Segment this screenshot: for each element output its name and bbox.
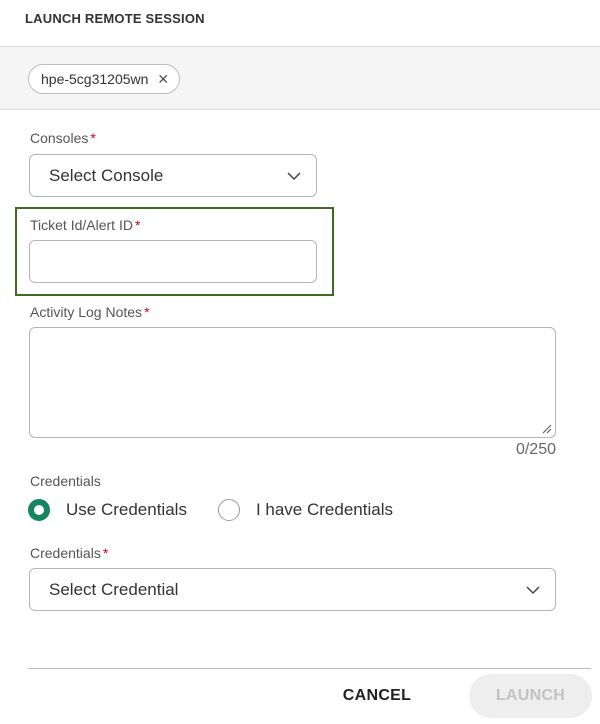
required-marker: * <box>90 130 96 146</box>
launch-button[interactable]: LAUNCH <box>469 674 592 718</box>
credentials-mode-label: Credentials <box>30 473 101 489</box>
console-select-value: Select Console <box>49 165 164 185</box>
selected-device-bar: hpe-5cg31205wn ✕ <box>0 46 600 110</box>
device-chip: hpe-5cg31205wn ✕ <box>28 64 181 94</box>
radio-unchecked-icon <box>217 499 240 521</box>
device-chip-label: hpe-5cg31205wn <box>41 71 149 87</box>
launch-remote-session-dialog: LAUNCH REMOTE SESSION hpe-5cg31205wn ✕ C… <box>0 0 600 724</box>
resize-grip-icon[interactable] <box>542 424 552 434</box>
ticket-id-input[interactable] <box>29 240 317 283</box>
activity-log-label: Activity Log Notes * <box>30 304 150 320</box>
radio-checked-icon <box>28 499 50 521</box>
credentials-label-text: Credentials <box>30 545 101 561</box>
console-select[interactable]: Select Console <box>29 154 317 197</box>
required-marker: * <box>102 545 109 561</box>
radio-i-have-credentials[interactable]: I have Credentials <box>217 499 393 521</box>
activity-log-textarea[interactable] <box>29 327 556 438</box>
consoles-label-text: Consoles <box>30 130 89 146</box>
ticket-label: Ticket Id/Alert ID * <box>30 217 140 233</box>
radio-use-credentials[interactable]: Use Credentials <box>28 499 187 521</box>
dialog-title: LAUNCH REMOTE SESSION <box>25 11 205 26</box>
chevron-down-icon <box>287 171 301 180</box>
required-marker: * <box>144 304 150 320</box>
credential-select-value: Select Credential <box>49 579 179 599</box>
footer-divider <box>28 668 591 669</box>
credential-select[interactable]: Select Credential <box>29 568 556 611</box>
radio-use-credentials-label: Use Credentials <box>66 500 187 519</box>
required-marker: * <box>134 217 141 233</box>
chevron-down-icon <box>526 585 540 594</box>
radio-i-have-credentials-label: I have Credentials <box>255 500 393 519</box>
activity-log-label-text: Activity Log Notes <box>30 304 143 320</box>
credentials-mode-radio-group: Use Credentials I have Credentials <box>28 499 393 521</box>
character-counter: 0/250 <box>515 441 556 458</box>
consoles-label: Consoles * <box>30 130 96 146</box>
close-icon[interactable]: ✕ <box>157 72 169 86</box>
cancel-button[interactable]: CANCEL <box>322 684 432 708</box>
credentials-label: Credentials * <box>30 545 108 561</box>
ticket-label-text: Ticket Id/Alert ID <box>30 217 133 233</box>
